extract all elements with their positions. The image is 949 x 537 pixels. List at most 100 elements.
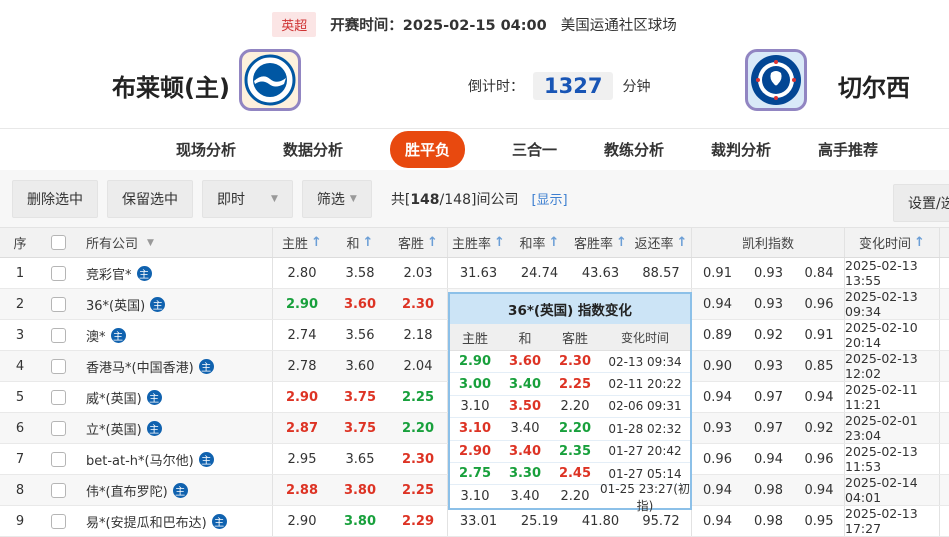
row-number: 1 — [0, 258, 40, 288]
kelly-index: 0.96 — [794, 289, 845, 319]
filter-select[interactable]: 筛选 ▼ — [302, 180, 372, 218]
company-name[interactable]: 易*(安提瓜和巴布达)主 — [76, 506, 273, 536]
home-odds: 2.80 — [273, 258, 331, 288]
company-name[interactable]: 36*(英国)主 — [76, 289, 273, 319]
company-name[interactable]: bet-at-h*(马尔他)主 — [76, 444, 273, 474]
kelly-index: 0.91 — [692, 258, 743, 288]
tab-referee-analysis[interactable]: 裁判分析 — [711, 139, 771, 160]
change-time: 2025-02-13 12:02 — [845, 351, 940, 381]
popup-draw-odds: 3.50 — [500, 399, 550, 414]
company-name[interactable]: 香港马*(中国香港)主 — [76, 351, 273, 381]
row-checkbox[interactable] — [51, 328, 66, 343]
company-name[interactable]: 威*(英国)主 — [76, 382, 273, 412]
company-name[interactable]: 伟*(直布罗陀)主 — [76, 475, 273, 505]
company-name[interactable]: 竞彩官*主 — [76, 258, 273, 288]
tab-expert-picks[interactable]: 高手推荐 — [818, 139, 878, 160]
away-team-name: 切尔西 — [838, 68, 910, 103]
chevron-down-icon: ▼ — [350, 194, 357, 204]
popup-home-odds: 2.90 — [450, 354, 500, 369]
popup-home-odds: 3.10 — [450, 421, 500, 436]
home-odds: 2.74 — [273, 320, 331, 350]
popup-away-odds: 2.25 — [550, 377, 600, 392]
tab-live-analysis[interactable]: 现场分析 — [176, 139, 236, 160]
kelly-index: 0.94 — [794, 382, 845, 412]
tab-win-draw-lose[interactable]: 胜平负 — [390, 131, 465, 168]
popup-home-odds: 2.75 — [450, 466, 500, 481]
home-odds: 2.87 — [273, 413, 331, 443]
popup-change-time: 02-13 09:34 — [600, 355, 690, 369]
away-odds: 2.29 — [389, 506, 448, 536]
odds-toolbar: 删除选中 保留选中 即时 ▼ 筛选 ▼ 共[148/148]间公司 [显示] 设… — [0, 170, 949, 227]
header-draw-rate[interactable]: 和率↑ — [509, 228, 570, 257]
row-checkbox[interactable] — [51, 390, 66, 405]
sort-asc-icon: ↑ — [494, 235, 505, 250]
time-mode-select[interactable]: 即时 ▼ — [202, 180, 293, 218]
draw-odds: 3.80 — [331, 475, 389, 505]
popup-history-row: 3.103.402.2001-28 02:32 — [450, 418, 690, 440]
draw-rate: 24.74 — [509, 258, 570, 288]
header-no: 序 — [0, 228, 40, 257]
kelly-index: 0.92 — [794, 413, 845, 443]
draw-odds: 3.58 — [331, 258, 389, 288]
row-checkbox[interactable] — [51, 452, 66, 467]
header-away-rate[interactable]: 客胜率↑ — [570, 228, 631, 257]
popup-header-3: 变化时间 — [600, 329, 690, 346]
header-return-rate[interactable]: 返还率↑ — [631, 228, 692, 257]
draw-odds: 3.80 — [331, 506, 389, 536]
popup-title: 36*(英国) 指数变化 — [450, 294, 690, 324]
popup-home-odds: 3.10 — [450, 489, 500, 504]
header-home-rate[interactable]: 主胜率↑ — [448, 228, 509, 257]
home-team-logo — [239, 49, 301, 111]
company-label: 威*(英国) — [86, 388, 142, 407]
row-number: 6 — [0, 413, 40, 443]
sort-asc-icon: ↑ — [363, 235, 374, 250]
nav-tabs: 现场分析 数据分析 胜平负 三合一 教练分析 裁判分析 高手推荐 — [0, 128, 949, 170]
show-link[interactable]: [显示] — [531, 189, 567, 208]
popup-history-row: 3.103.502.2002-06 09:31 — [450, 396, 690, 418]
chevron-down-icon: ▼ — [147, 238, 154, 248]
select-all-checkbox[interactable] — [51, 235, 66, 250]
odds-table-header: 序 所有公司▼ 主胜↑ 和↑ 客胜↑ 主胜率↑ 和率↑ 客胜率↑ 返还率↑ 凯利… — [0, 227, 949, 258]
popup-change-time: 02-06 09:31 — [600, 399, 690, 413]
popup-draw-odds: 3.40 — [500, 421, 550, 436]
popup-change-time: 02-11 20:22 — [600, 377, 690, 391]
row-checkbox[interactable] — [51, 266, 66, 281]
row-checkbox-cell — [40, 351, 76, 381]
kelly-index: 0.92 — [743, 320, 794, 350]
draw-rate: 25.19 — [509, 506, 570, 536]
row-checkbox[interactable] — [51, 421, 66, 436]
settings-select-button[interactable]: 设置/选择 — [893, 184, 949, 222]
header-company[interactable]: 所有公司▼ — [76, 228, 273, 257]
kelly-index: 0.94 — [692, 289, 743, 319]
row-checkbox[interactable] — [51, 483, 66, 498]
row-checkbox[interactable] — [51, 359, 66, 374]
keep-selected-button[interactable]: 保留选中 — [107, 180, 193, 218]
main-company-badge-icon: 主 — [199, 359, 214, 374]
kelly-index: 0.93 — [743, 258, 794, 288]
main-company-badge-icon: 主 — [150, 297, 165, 312]
popup-header-1: 和 — [500, 328, 550, 347]
popup-change-time: 01-27 05:14 — [600, 467, 690, 481]
draw-odds: 3.60 — [331, 351, 389, 381]
sort-asc-icon: ↑ — [616, 235, 627, 250]
header-draw[interactable]: 和↑ — [331, 228, 389, 257]
row-checkbox[interactable] — [51, 514, 66, 529]
tab-data-analysis[interactable]: 数据分析 — [283, 139, 343, 160]
company-name[interactable]: 澳*主 — [76, 320, 273, 350]
row-checkbox[interactable] — [51, 297, 66, 312]
countdown-label: 倒计时： — [468, 76, 524, 96]
chelsea-crest-icon — [749, 53, 803, 107]
row-checkbox-cell — [40, 506, 76, 536]
row-checkbox-cell — [40, 382, 76, 412]
header-home-win[interactable]: 主胜↑ — [273, 228, 331, 257]
kelly-index: 0.96 — [692, 444, 743, 474]
header-away-win[interactable]: 客胜↑ — [389, 228, 448, 257]
tab-three-in-one[interactable]: 三合一 — [512, 139, 557, 160]
cut-column — [940, 289, 949, 319]
sort-asc-icon: ↑ — [427, 235, 438, 250]
tab-coach-analysis[interactable]: 教练分析 — [604, 139, 664, 160]
delete-selected-button[interactable]: 删除选中 — [12, 180, 98, 218]
header-change-time[interactable]: 变化时间↑ — [845, 228, 940, 257]
company-name[interactable]: 立*(英国)主 — [76, 413, 273, 443]
popup-draw-odds: 3.40 — [500, 444, 550, 459]
